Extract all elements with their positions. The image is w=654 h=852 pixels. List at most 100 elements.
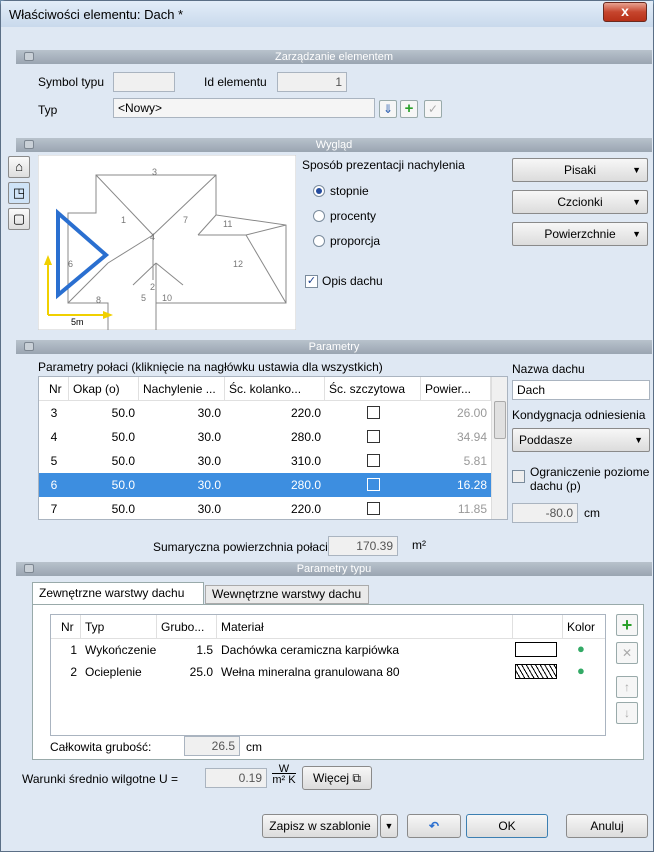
limit-checkbox[interactable] — [512, 470, 525, 483]
window-title: Właściwości elementu: Dach * — [9, 7, 184, 22]
move-down-icon[interactable]: ↓ — [616, 702, 638, 724]
table-row[interactable]: 5 50.0 30.0 310.0 5.81 — [39, 449, 491, 473]
gable-wall-cell[interactable] — [325, 401, 421, 425]
gable-wall-checkbox[interactable] — [366, 502, 380, 515]
area-cell[interactable]: 11.85 — [421, 497, 491, 519]
gable-wall-checkbox[interactable] — [366, 406, 380, 419]
knee-wall-cell[interactable]: 310.0 — [225, 449, 325, 473]
typ-select[interactable]: <Nowy> — [113, 98, 375, 118]
surfaces-dropdown[interactable]: Powierzchnie ▼ — [512, 222, 648, 246]
pens-dropdown[interactable]: Pisaki ▼ — [512, 158, 648, 182]
gable-wall-cell[interactable] — [325, 497, 421, 519]
gable-wall-checkbox[interactable] — [366, 454, 380, 467]
gable-wall-cell[interactable] — [325, 449, 421, 473]
slope-cell[interactable]: 30.0 — [139, 401, 225, 425]
radio-ratio[interactable] — [313, 235, 325, 247]
col-knee-wall[interactable]: Śc. kolanko... — [225, 377, 325, 401]
cancel-button[interactable]: Anuluj — [566, 814, 648, 838]
roof-desc-checkbox[interactable]: ✓ — [305, 275, 318, 288]
tab-inner-layers[interactable]: Wewnętrzne warstwy dachu — [205, 585, 369, 604]
tab-outer-layers[interactable]: Zewnętrzne warstwy dachu — [32, 582, 204, 604]
ok-button[interactable]: OK — [466, 814, 548, 838]
col-slope[interactable]: Nachylenie ... — [139, 377, 225, 401]
save-template-button[interactable]: Zapisz w szablonie — [262, 814, 378, 838]
table-row[interactable]: 2 Ocieplenie 25.0 Wełna mineralna granulowa… — [51, 661, 605, 683]
type-library-icon[interactable]: ⇓ — [379, 100, 397, 118]
slope-number: 3 — [152, 167, 157, 177]
table-row[interactable]: 4 50.0 30.0 280.0 34.94 — [39, 425, 491, 449]
chevron-down-icon: ▼ — [384, 821, 394, 831]
col-area[interactable]: Powier... — [421, 377, 491, 401]
slope-cell[interactable]: 30.0 — [139, 449, 225, 473]
section-header-type-params[interactable]: Parametry typu — [16, 562, 652, 576]
thickness-cell[interactable]: 25.0 — [157, 661, 217, 683]
section-header-look[interactable]: Wygląd — [16, 138, 652, 152]
radio-percent[interactable] — [313, 210, 325, 222]
scrollbar-thumb[interactable] — [494, 401, 506, 439]
col-type: Typ — [81, 615, 157, 639]
table-scrollbar[interactable] — [491, 377, 507, 519]
type-cell[interactable]: Wykończenie — [81, 639, 157, 661]
knee-wall-cell[interactable]: 220.0 — [225, 401, 325, 425]
nr-cell: 4 — [50, 430, 58, 444]
close-button[interactable]: x — [603, 2, 647, 22]
gable-wall-checkbox[interactable] — [366, 478, 380, 491]
area-cell[interactable]: 26.00 — [421, 401, 491, 425]
gable-wall-cell[interactable] — [325, 425, 421, 449]
gable-wall-cell[interactable] — [325, 473, 421, 497]
eave-cell[interactable]: 50.0 — [69, 449, 139, 473]
material-cell[interactable]: Dachówka ceramiczna karpiówka — [217, 639, 513, 661]
delete-layer-icon[interactable]: ✕ — [616, 642, 638, 664]
col-gable-wall[interactable]: Śc. szczytowa — [325, 377, 421, 401]
slope-cell[interactable]: 30.0 — [139, 473, 225, 497]
undo-button[interactable]: ↶ — [407, 814, 461, 838]
total-thickness-label: Całkowita grubość: — [50, 740, 152, 754]
add-type-icon[interactable]: + — [400, 100, 418, 118]
gable-wall-checkbox[interactable] — [366, 430, 380, 443]
slope-number: 7 — [183, 215, 188, 225]
hatch-swatch[interactable] — [515, 664, 557, 679]
add-layer-icon[interactable]: + — [616, 614, 638, 636]
color-picker-icon[interactable]: ● — [577, 641, 585, 656]
section-header-params[interactable]: Parametry — [16, 340, 652, 354]
table-row[interactable]: 1 Wykończenie 1.5 Dachówka ceramiczna karpi… — [51, 639, 605, 661]
view-box-icon[interactable]: ▢ — [8, 208, 30, 230]
roof-name-input[interactable]: Dach — [512, 380, 650, 400]
col-nr[interactable]: Nr — [39, 377, 69, 401]
slope-cell[interactable]: 30.0 — [139, 425, 225, 449]
table-row[interactable]: 3 50.0 30.0 220.0 26.00 — [39, 401, 491, 425]
area-cell[interactable]: 5.81 — [421, 449, 491, 473]
view-3d-icon[interactable]: ⌂ — [8, 156, 30, 178]
nr-cell[interactable]: 1 — [51, 639, 81, 661]
ref-level-dropdown[interactable]: Poddasze ▼ — [512, 428, 650, 452]
eave-cell[interactable]: 50.0 — [69, 401, 139, 425]
col-eave[interactable]: Okap (o) — [69, 377, 139, 401]
more-button[interactable]: Więcej ⧉ — [302, 766, 372, 790]
table-row[interactable]: 6 50.0 30.0 280.0 16.28 — [39, 473, 491, 497]
type-cell[interactable]: Ocieplenie — [81, 661, 157, 683]
table-row[interactable]: 7 50.0 30.0 220.0 11.85 — [39, 497, 491, 519]
confirm-type-icon[interactable]: ✓ — [424, 100, 442, 118]
knee-wall-cell[interactable]: 220.0 — [225, 497, 325, 519]
nr-cell[interactable]: 2 — [51, 661, 81, 683]
move-up-icon[interactable]: ↑ — [616, 676, 638, 698]
material-cell[interactable]: Wełna mineralna granulowana 80 — [217, 661, 513, 683]
eave-cell[interactable]: 50.0 — [69, 425, 139, 449]
area-cell[interactable]: 34.94 — [421, 425, 491, 449]
view-plan-icon[interactable]: ◳ — [8, 182, 30, 204]
knee-wall-cell[interactable]: 280.0 — [225, 473, 325, 497]
radio-degrees[interactable] — [313, 185, 325, 197]
fonts-dropdown[interactable]: Czcionki ▼ — [512, 190, 648, 214]
slope-number: 11 — [223, 219, 232, 229]
color-picker-icon[interactable]: ● — [577, 663, 585, 678]
thickness-cell[interactable]: 1.5 — [157, 639, 217, 661]
eave-cell[interactable]: 50.0 — [69, 473, 139, 497]
save-template-dropdown[interactable]: ▼ — [380, 814, 398, 838]
slope-cell[interactable]: 30.0 — [139, 497, 225, 519]
area-cell[interactable]: 16.28 — [421, 473, 491, 497]
hatch-swatch[interactable] — [515, 642, 557, 657]
total-thickness-unit: cm — [246, 740, 262, 754]
eave-cell[interactable]: 50.0 — [69, 497, 139, 519]
knee-wall-cell[interactable]: 280.0 — [225, 425, 325, 449]
section-header-management[interactable]: Zarządzanie elementem — [16, 50, 652, 64]
